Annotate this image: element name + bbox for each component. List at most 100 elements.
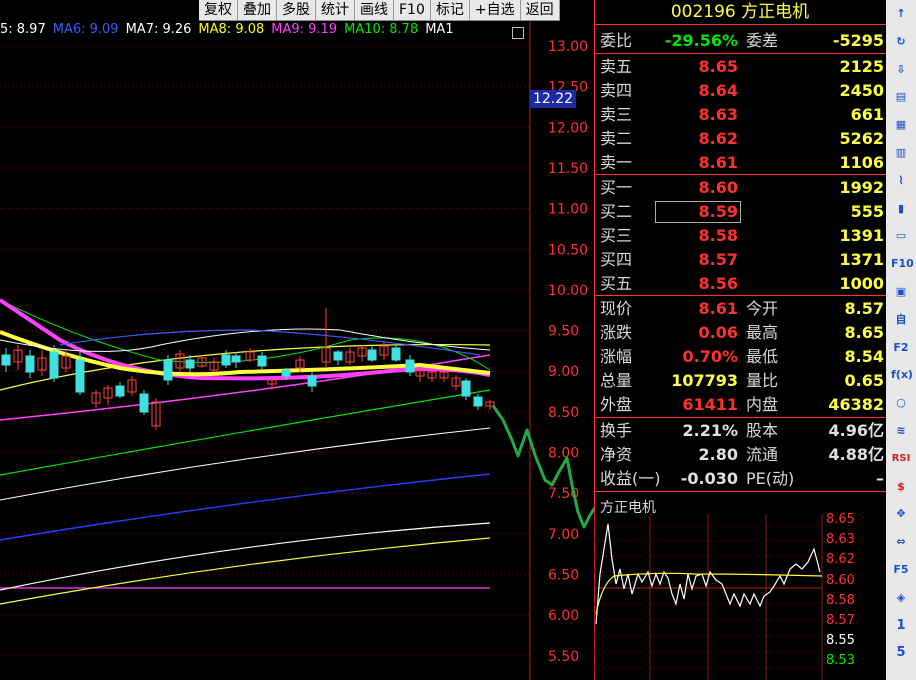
buy-price: 8.57: [698, 250, 738, 269]
weicha-label: 委差: [746, 31, 779, 50]
toolbar-icon-8[interactable]: ▭: [891, 226, 911, 246]
toolbar-icon-23[interactable]: 5: [891, 643, 911, 663]
toolbar-button-5[interactable]: F10: [394, 0, 431, 20]
buy-price: 8.56: [698, 274, 738, 293]
candle-body: [49, 351, 59, 379]
sell-price: 8.63: [698, 105, 738, 124]
ma-legend-item: MA6: 9.09: [52, 22, 119, 37]
buy-row[interactable]: 买五 8.56 1000: [598, 272, 886, 295]
toolbar-icon-3[interactable]: ▤: [891, 87, 911, 107]
stock-title: 002196 方正电机: [594, 0, 886, 25]
buy-row[interactable]: 买四 8.57 1371: [598, 248, 886, 271]
toolbar-icon-16[interactable]: RSI: [891, 449, 911, 469]
sell-row[interactable]: 卖五 8.65 2125: [598, 55, 886, 78]
quote-label: 总量: [600, 371, 633, 390]
sell-volume: 1106: [839, 153, 884, 172]
toolbar-icon-15[interactable]: ≋: [891, 421, 911, 441]
mini-axis-label: 8.63: [826, 532, 855, 548]
candle-body: [461, 380, 471, 397]
toolbar-icon-20[interactable]: F5: [891, 560, 911, 580]
toolbar-icon-4[interactable]: ▦: [891, 115, 911, 135]
toolbar-button-3[interactable]: 统计: [316, 0, 355, 20]
sell-row[interactable]: 卖二 8.62 5262: [598, 127, 886, 150]
toolbar-icon-6[interactable]: ⌇: [891, 171, 911, 191]
toolbar-button-4[interactable]: 画线: [355, 0, 394, 20]
hand-drawn-trend-line: [492, 405, 594, 529]
toolbar-icon-0[interactable]: ↑: [891, 4, 911, 24]
ma-legend-item: MA8: 9.08: [198, 22, 265, 37]
y-axis-label: 6.00: [548, 608, 579, 624]
candle-body: [333, 351, 343, 361]
quote-label: 现价: [600, 299, 633, 318]
buy-row[interactable]: 买二 8.59 555: [598, 200, 886, 223]
mini-axis-label: 8.53: [826, 653, 855, 669]
fundamental-row: 换手 2.21% 股本 4.96亿: [598, 419, 886, 442]
toolbar-button-2[interactable]: 多股: [277, 0, 316, 20]
toolbar-icon-21[interactable]: ◈: [891, 588, 911, 608]
sell-row[interactable]: 卖四 8.64 2450: [598, 79, 886, 102]
toolbar-icon-9[interactable]: F10: [891, 254, 914, 274]
candle-body: [185, 359, 195, 369]
toolbar-icon-7[interactable]: ▮: [891, 199, 911, 219]
toolbar-button-8[interactable]: 返回: [521, 0, 560, 20]
candle-body: [231, 355, 241, 363]
toolbar-icon-2[interactable]: ⇩: [891, 60, 911, 80]
quote-label2: 量比: [746, 371, 779, 390]
ma-legend-item: MA9: 9.19: [271, 22, 338, 37]
ma-toggle-icon[interactable]: [512, 27, 524, 39]
mini-axis-label: 8.65: [826, 512, 855, 527]
toolbar-icon-11[interactable]: 自: [891, 310, 911, 330]
toolbar-icon-13[interactable]: f(x): [891, 365, 913, 385]
buy-row[interactable]: 买三 8.58 1391: [598, 224, 886, 247]
mini-axis-label: 8.55: [826, 633, 855, 649]
mini-axis-label: 8.57: [826, 613, 855, 628]
price-tag: 12.22: [530, 90, 576, 108]
toolbar-icon-18[interactable]: ✥: [891, 504, 911, 524]
y-axis-label: 13.00: [548, 39, 588, 55]
fund-value2: 4.96亿: [828, 421, 884, 440]
quote-value2: 8.54: [844, 347, 884, 366]
toolbar-button-7[interactable]: +自选: [470, 0, 521, 20]
toolbar-icon-14[interactable]: ○: [891, 393, 911, 413]
y-axis-label: 5.50: [548, 649, 579, 665]
fund-label: 换手: [600, 421, 633, 440]
ma-legend-item: MA1: [425, 22, 454, 37]
sell-price: 8.61: [698, 153, 738, 172]
quote-value2: 46382: [828, 395, 884, 414]
sell-volume: 661: [850, 105, 884, 124]
toolbar-button-6[interactable]: 标记: [431, 0, 470, 20]
toolbar-icon-19[interactable]: ⇔: [891, 532, 911, 552]
toolbar-icon-22[interactable]: 1: [891, 616, 911, 636]
selected-price-box[interactable]: [655, 201, 741, 223]
quote-row: 总量 107793 量比 0.65: [598, 369, 886, 392]
ma-line: [0, 473, 491, 541]
sell-label: 卖五: [600, 57, 633, 76]
y-axis-label: 8.00: [548, 446, 579, 462]
y-axis-label: 9.00: [548, 364, 579, 380]
toolbar-button-1[interactable]: 叠加: [238, 0, 277, 20]
toolbar-icon-10[interactable]: ▣: [891, 282, 911, 302]
toolbar-button-0[interactable]: 复权: [199, 0, 238, 20]
toolbar-icon-1[interactable]: ↻: [891, 32, 911, 52]
candle-body: [25, 355, 35, 373]
weibi-row: 委比 -29.56% 委差 -5295: [598, 29, 886, 52]
y-axis-label: 11.50: [548, 161, 588, 177]
sell-label: 卖二: [600, 129, 633, 148]
stock-name: 方正电机: [741, 2, 810, 22]
toolbar-icon-12[interactable]: F2: [891, 338, 911, 358]
sell-row[interactable]: 卖三 8.63 661: [598, 103, 886, 126]
toolbar-icon-5[interactable]: ▥: [891, 143, 911, 163]
y-axis-label: 9.50: [548, 324, 579, 340]
buy-row[interactable]: 买一 8.60 1992: [598, 176, 886, 199]
toolbar-icon-17[interactable]: $: [891, 477, 911, 497]
quote-value: 107793: [671, 371, 738, 390]
kline-chart[interactable]: 13.0012.5012.0011.5011.0010.5010.009.509…: [0, 0, 594, 680]
quote-row: 外盘 61411 内盘 46382: [598, 393, 886, 416]
ma-line: [0, 389, 491, 476]
sell-volume: 2125: [839, 57, 884, 76]
fund-label2: 流通: [746, 445, 779, 464]
sell-volume: 2450: [839, 81, 884, 100]
sell-row[interactable]: 卖一 8.61 1106: [598, 151, 886, 174]
mini-axis-label: 8.62: [826, 552, 855, 568]
buy-volume: 1371: [839, 250, 884, 269]
